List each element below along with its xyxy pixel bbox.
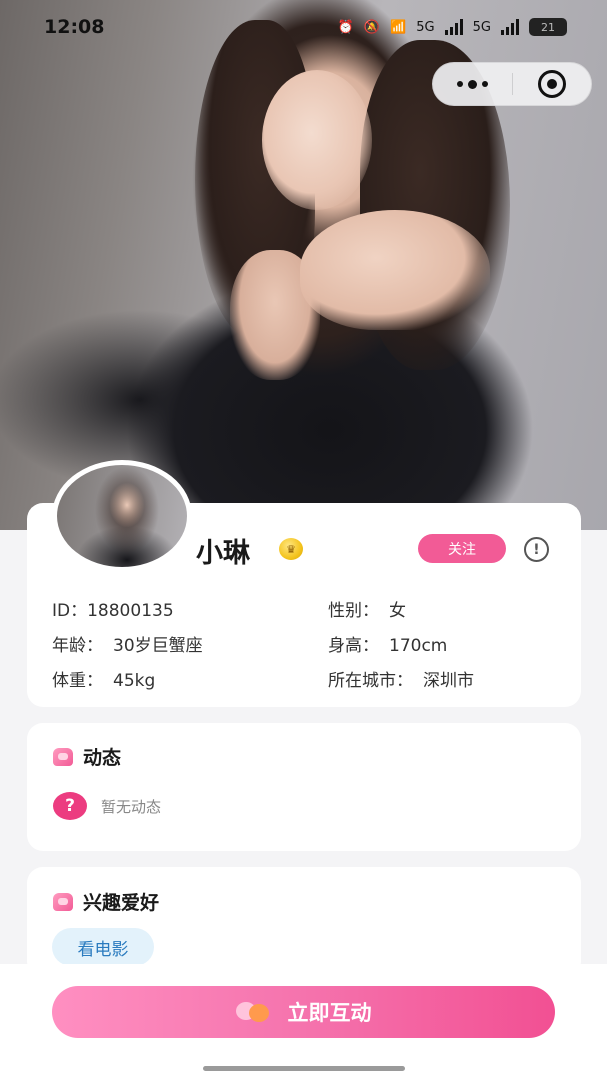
moments-empty: ? 暂无动态	[53, 792, 161, 820]
info-city: 所在城市： 深圳市	[328, 666, 474, 691]
cover-face	[262, 70, 372, 210]
status-time: 12:08	[44, 16, 105, 38]
section-tv-icon	[53, 892, 73, 911]
follow-button[interactable]: 关注	[418, 534, 506, 563]
info-age-value: 30岁巨蟹座	[113, 636, 203, 656]
hearts-icon	[235, 999, 272, 1025]
signal-icon	[444, 19, 463, 35]
moments-title-text: 动态	[83, 747, 122, 769]
battery-icon: 21	[529, 18, 567, 36]
home-indicator[interactable]	[203, 1066, 405, 1071]
signal-icon-2	[501, 19, 519, 35]
more-dots-icon	[456, 79, 488, 89]
info-city-value: 深圳市	[423, 671, 474, 691]
question-icon: ?	[53, 792, 87, 820]
hobbies-title: 兴趣爱好	[53, 888, 159, 915]
report-icon[interactable]: !	[524, 537, 549, 562]
info-age-label: 年龄：	[52, 636, 103, 656]
alarm-icon: ⏰	[337, 19, 354, 35]
miniprogram-capsule	[432, 62, 592, 106]
info-gender: 性别： 女	[328, 596, 406, 621]
moments-title: 动态	[53, 743, 121, 770]
info-height-label: 身高：	[328, 636, 379, 656]
crown-badge-icon: ♛	[279, 538, 303, 560]
info-age: 年龄： 30岁巨蟹座	[52, 631, 203, 656]
more-button[interactable]	[433, 63, 512, 105]
info-weight: 体重： 45kg	[52, 666, 155, 691]
network-label-1: 5G	[416, 19, 435, 35]
info-height: 身高： 170cm	[328, 631, 447, 656]
moments-empty-text: 暂无动态	[101, 797, 162, 816]
hobby-tag: 看电影	[52, 928, 154, 966]
wifi-icon: 📶	[390, 19, 407, 35]
interact-button[interactable]: 立即互动	[52, 986, 555, 1038]
section-tv-icon	[53, 747, 73, 766]
info-city-label: 所在城市：	[328, 671, 413, 691]
info-gender-value: 女	[389, 601, 406, 621]
info-id-label: ID：	[52, 601, 88, 621]
info-weight-value: 45kg	[113, 671, 156, 691]
mute-icon: 🔕	[363, 19, 381, 35]
info-id: ID：18800135	[52, 596, 174, 621]
interact-button-label: 立即互动	[287, 1002, 372, 1025]
avatar[interactable]	[52, 460, 192, 572]
info-gender-label: 性别：	[328, 601, 379, 621]
user-name: 小琳	[196, 538, 250, 569]
network-label-2: 5G	[472, 19, 491, 35]
close-button[interactable]	[513, 63, 592, 105]
info-height-value: 170cm	[389, 636, 448, 656]
info-weight-label: 体重：	[52, 671, 103, 691]
info-id-value: 18800135	[87, 601, 174, 621]
status-icons: ⏰ 🔕 📶 5G 5G 21	[338, 18, 567, 36]
target-close-icon	[537, 70, 566, 98]
cover-shoulder	[300, 210, 490, 330]
status-bar: 12:08 ⏰ 🔕 📶 5G 5G 21	[0, 0, 607, 54]
hobbies-title-text: 兴趣爱好	[83, 892, 160, 914]
